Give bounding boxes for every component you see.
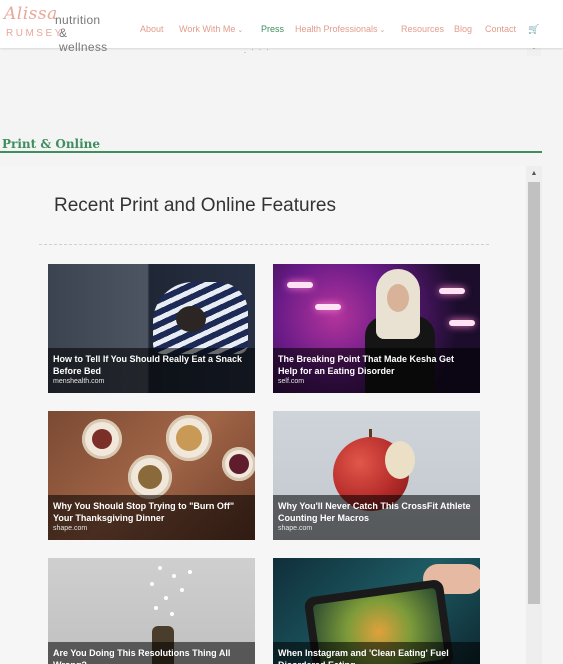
image-shape [176, 425, 202, 451]
card-caption: How to Tell If You Should Really Eat a S… [48, 348, 255, 393]
nav-press-label: Press [261, 24, 285, 34]
nav-blog[interactable]: Blog [454, 24, 472, 34]
card-title: Why You'll Never Catch This CrossFit Ath… [278, 501, 471, 523]
main-nav: About Work With Me ⌄ Press Health Profess… [0, 24, 563, 38]
nav-contact-label: Contact [485, 24, 517, 34]
widget-scrollbar[interactable]: ▲ [526, 166, 542, 664]
nav-blog-label: Blog [454, 24, 473, 34]
widget-divider [39, 244, 489, 245]
nav-resources[interactable]: Resources [401, 24, 444, 34]
card-title: Are You Doing This Resolutions Thing All… [53, 648, 231, 664]
image-shape [287, 282, 313, 288]
nav-health-professionals[interactable]: Health Professionals ⌄ [295, 24, 385, 34]
embed-dots: · ˙ ˙ ˙ [244, 50, 271, 56]
section-title: Print & Online [2, 137, 101, 151]
image-shape [172, 574, 176, 578]
feature-card[interactable]: Are You Doing This Resolutions Thing All… [48, 558, 255, 664]
cart-icon[interactable]: 🛒 [528, 24, 539, 35]
card-caption: The Breaking Point That Made Kesha Get H… [273, 348, 480, 393]
nav-press[interactable]: Press [261, 24, 284, 34]
scroll-up-arrow-icon[interactable]: ▲ [526, 168, 542, 180]
image-shape [176, 306, 206, 332]
card-title: How to Tell If You Should Really Eat a S… [53, 354, 243, 376]
card-title: Why You Should Stop Trying to "Burn Off"… [53, 501, 235, 523]
image-shape [180, 588, 184, 592]
nav-work-with-me[interactable]: Work With Me ⌄ [179, 24, 243, 34]
feature-card[interactable]: When Instagram and 'Clean Eating' Fuel D… [273, 558, 480, 664]
image-shape [138, 465, 162, 489]
feature-card[interactable]: Why You Should Stop Trying to "Burn Off"… [48, 411, 255, 540]
image-shape [158, 566, 162, 570]
card-title: When Instagram and 'Clean Eating' Fuel D… [278, 648, 449, 664]
site-header: Alissa nutrition RUMSEY & wellness About… [0, 0, 563, 54]
card-source: shape.com [278, 525, 313, 532]
image-shape [439, 288, 465, 294]
image-shape [154, 606, 158, 610]
image-shape [315, 304, 341, 310]
card-caption: Why You'll Never Catch This CrossFit Ath… [273, 495, 480, 540]
image-shape [229, 454, 249, 474]
chevron-down-icon: ⌄ [379, 27, 386, 34]
card-source: shape.com [53, 525, 88, 532]
image-shape [387, 284, 409, 312]
chevron-down-icon: ⌄ [237, 27, 244, 34]
press-feed-widget: Recent Print and Online Features How to … [0, 166, 542, 664]
card-source: menshealth.com [53, 378, 105, 385]
scrollbar-thumb[interactable] [528, 182, 540, 604]
nav-resources-label: Resources [401, 24, 445, 34]
nav-work-with-me-label: Work With Me [179, 24, 236, 34]
card-caption: Why You Should Stop Trying to "Burn Off"… [48, 495, 255, 540]
image-shape [164, 596, 168, 600]
image-shape [150, 582, 154, 586]
nav-about[interactable]: About [140, 24, 164, 34]
widget-title: Recent Print and Online Features [54, 195, 336, 216]
feature-card[interactable]: The Breaking Point That Made Kesha Get H… [273, 264, 480, 393]
image-shape [170, 612, 174, 616]
logo-script-name: Alissa [4, 4, 58, 24]
image-shape [449, 320, 475, 326]
section-divider [0, 151, 542, 153]
image-shape [188, 570, 192, 574]
image-shape [385, 441, 415, 479]
card-caption: Are You Doing This Resolutions Thing All… [48, 642, 255, 664]
feature-card[interactable]: How to Tell If You Should Really Eat a S… [48, 264, 255, 393]
image-shape [92, 429, 112, 449]
card-caption: When Instagram and 'Clean Eating' Fuel D… [273, 642, 480, 664]
card-title: The Breaking Point That Made Kesha Get H… [278, 354, 455, 376]
nav-contact[interactable]: Contact [485, 24, 516, 34]
feature-card[interactable]: Why You'll Never Catch This CrossFit Ath… [273, 411, 480, 540]
nav-about-label: About [140, 24, 164, 34]
card-source: self.com [278, 378, 305, 385]
nav-health-professionals-label: Health Professionals [295, 24, 378, 34]
